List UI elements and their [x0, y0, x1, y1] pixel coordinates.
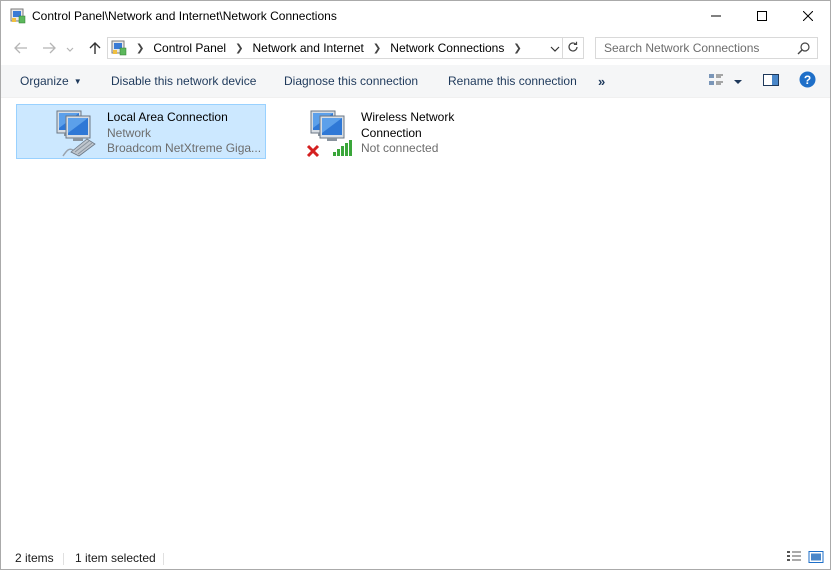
refresh-icon: [567, 41, 579, 56]
chevron-right-icon[interactable]: ❯: [513, 43, 521, 54]
arrow-right-icon: [42, 42, 56, 57]
status-divider: [63, 553, 64, 565]
change-view-button[interactable]: [708, 73, 724, 89]
back-button[interactable]: [12, 40, 30, 58]
rename-connection-button[interactable]: Rename this connection: [448, 65, 577, 97]
chevron-down-icon: [66, 42, 74, 56]
refresh-button[interactable]: [562, 38, 583, 58]
breadcrumb: ❯ Control Panel ❯ Network and Internet ❯…: [132, 38, 531, 58]
selection-count: 1 item selected: [75, 551, 156, 565]
more-commands-button[interactable]: »: [598, 65, 605, 97]
large-icons-view-icon: [808, 551, 824, 563]
address-history-button[interactable]: [547, 38, 563, 58]
item-name: Local Area Connection: [107, 110, 228, 124]
address-bar[interactable]: ❯ Control Panel ❯ Network and Internet ❯…: [107, 37, 584, 59]
chevron-right-icon[interactable]: ❯: [373, 43, 381, 54]
organize-button[interactable]: Organize ▼: [20, 65, 82, 97]
item-details: Local Area Connection Network Broadcom N…: [107, 110, 261, 157]
close-icon: [802, 10, 814, 24]
arrow-left-icon: [14, 42, 28, 57]
details-view-button[interactable]: [786, 550, 802, 564]
more-commands-icon: »: [598, 73, 606, 89]
forward-button[interactable]: [40, 40, 58, 58]
maximize-button[interactable]: [739, 1, 785, 32]
status-bar: 2 items 1 item selected: [1, 546, 830, 569]
status-divider: [163, 553, 164, 565]
help-button[interactable]: ?: [799, 71, 816, 91]
large-icons-view-button[interactable]: [808, 550, 824, 564]
view-options-button[interactable]: [734, 73, 742, 89]
chevron-right-icon[interactable]: ❯: [235, 43, 243, 54]
chevron-down-icon: [550, 41, 560, 55]
ethernet-connection-icon: [51, 108, 103, 158]
explorer-window: Control Panel\Network and Internet\Netwo…: [0, 0, 831, 570]
details-view-icon: [708, 73, 724, 90]
wireless-connection-icon: [305, 108, 357, 158]
recent-locations-button[interactable]: [64, 40, 76, 58]
list-item-wireless-network-connection[interactable]: Wireless Network Connection Not connecte…: [270, 104, 520, 159]
close-button[interactable]: [785, 1, 830, 32]
preview-pane-button[interactable]: [763, 73, 779, 89]
breadcrumb-network-and-internet[interactable]: Network and Internet: [253, 41, 364, 55]
title-bar: Control Panel\Network and Internet\Netwo…: [1, 1, 830, 32]
list-item-local-area-connection[interactable]: Local Area Connection Network Broadcom N…: [16, 104, 266, 159]
breadcrumb-control-panel[interactable]: Control Panel: [153, 41, 226, 55]
arrow-up-icon: [89, 41, 101, 58]
diagnose-connection-button[interactable]: Diagnose this connection: [284, 65, 418, 97]
minimize-icon: [711, 10, 721, 24]
control-panel-network-icon: [111, 40, 127, 56]
search-icon[interactable]: [797, 41, 811, 55]
search-box: [595, 37, 818, 59]
up-button[interactable]: [86, 40, 104, 58]
minimize-button[interactable]: [693, 1, 739, 32]
item-status: Not connected: [361, 141, 439, 155]
item-name-line-2: Connection: [361, 125, 422, 140]
chevron-right-icon[interactable]: ❯: [136, 43, 144, 54]
caret-down-icon: [734, 74, 742, 88]
help-icon: ?: [799, 71, 816, 91]
details-view-icon: [787, 551, 801, 561]
disable-device-label: Disable this network device: [111, 74, 257, 88]
item-status: Network: [107, 125, 152, 140]
item-device: Broadcom NetXtreme Giga...: [107, 141, 262, 155]
rename-connection-label: Rename this connection: [448, 74, 577, 88]
window-title: Control Panel\Network and Internet\Netwo…: [32, 9, 337, 23]
file-list[interactable]: Local Area Connection Network Broadcom N…: [1, 98, 830, 541]
diagnose-connection-label: Diagnose this connection: [284, 74, 419, 88]
control-panel-icon: [10, 8, 26, 24]
address-row: ❯ Control Panel ❯ Network and Internet ❯…: [1, 32, 830, 65]
command-bar: Organize ▼ Disable this network device D…: [1, 65, 830, 98]
breadcrumb-network-connections[interactable]: Network Connections: [390, 41, 504, 55]
caret-down-icon: ▼: [73, 76, 82, 86]
organize-label: Organize: [20, 74, 69, 88]
item-name-line-1: Wireless Network: [361, 110, 455, 124]
svg-text:?: ?: [804, 73, 811, 87]
preview-pane-icon: [763, 73, 779, 90]
maximize-icon: [757, 10, 767, 24]
disable-device-button[interactable]: Disable this network device: [111, 65, 256, 97]
item-count: 2 items: [15, 551, 54, 565]
search-input[interactable]: [596, 38, 794, 58]
item-details: Wireless Network Connection Not connecte…: [361, 110, 454, 157]
